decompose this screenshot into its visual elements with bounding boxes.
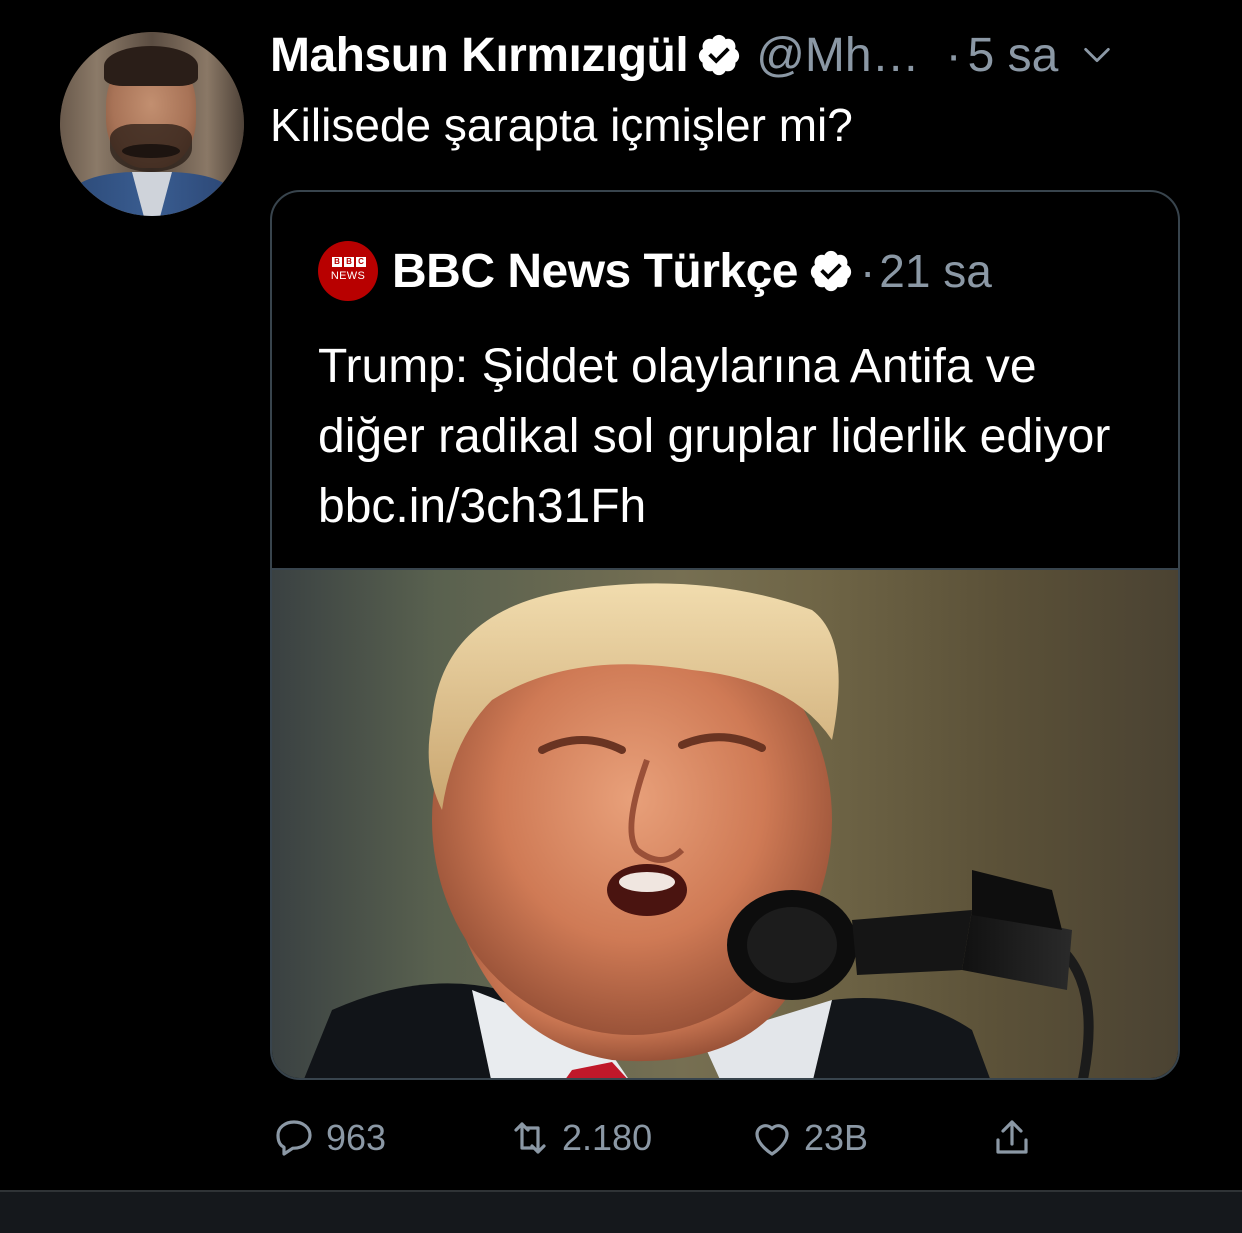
bottom-divider-bar [0, 1190, 1242, 1233]
quoted-tweet-card[interactable]: B B C NEWS BBC News Türkçe · 21 sa Trump… [270, 190, 1180, 1080]
quoted-time-separator: · [859, 245, 876, 297]
share-upload-icon [996, 1120, 1028, 1154]
tweet-actions: 963 2.180 23B [270, 1110, 1170, 1166]
like-button[interactable]: 23B [748, 1110, 868, 1166]
tweet[interactable]: Mahsun Kırmızıgül @Mh… · 5 sa Kilisede ş… [0, 0, 1242, 1190]
reply-button[interactable]: 963 [270, 1110, 386, 1166]
heart-icon [755, 1124, 789, 1156]
author-handle[interactable]: @Mh… [756, 28, 919, 83]
quoted-timestamp[interactable]: 21 sa [879, 244, 992, 298]
like-count: 23B [804, 1117, 869, 1158]
bbc-logo-boxes: B B C [332, 257, 366, 267]
avatar-hair [104, 46, 198, 86]
bbc-logo-box: C [356, 257, 366, 267]
retweet-count: 2.180 [562, 1117, 653, 1158]
tweet-text: Kilisede şarapta içmişler mi? [270, 99, 853, 151]
tweet-header: Mahsun Kırmızıgül @Mh… · 5 sa [270, 24, 1114, 86]
reply-count: 963 [326, 1117, 387, 1158]
quoted-tweet-text: Trump: Şiddet olaylarına Antifa ve diğer… [318, 340, 1111, 533]
speech-bubble-icon [276, 1120, 312, 1156]
bbc-logo-box: B [332, 257, 342, 267]
bbc-news-avatar[interactable]: B B C NEWS [318, 241, 378, 301]
author-display-name[interactable]: Mahsun Kırmızıgül [270, 28, 689, 83]
retweet-arrows-icon [514, 1122, 546, 1154]
time-separator: · [945, 28, 962, 82]
bbc-logo-box: B [344, 257, 354, 267]
chevron-down-icon[interactable] [1080, 38, 1114, 72]
quoted-display-name[interactable]: BBC News Türkçe [392, 244, 798, 299]
avatar-mustache [122, 144, 180, 158]
tweet-timestamp[interactable]: 5 sa [968, 28, 1059, 83]
verified-badge-icon [810, 250, 852, 292]
verified-badge-icon [699, 34, 740, 76]
share-button[interactable] [988, 1110, 1036, 1166]
bbc-logo-news-text: NEWS [330, 270, 366, 282]
author-avatar[interactable] [60, 32, 244, 216]
quoted-tweet-header: B B C NEWS BBC News Türkçe · 21 sa [318, 236, 992, 306]
quoted-tweet-photo[interactable] [272, 568, 1178, 1078]
photo-illustration [304, 583, 1094, 1078]
retweet-button[interactable]: 2.180 [506, 1110, 652, 1166]
